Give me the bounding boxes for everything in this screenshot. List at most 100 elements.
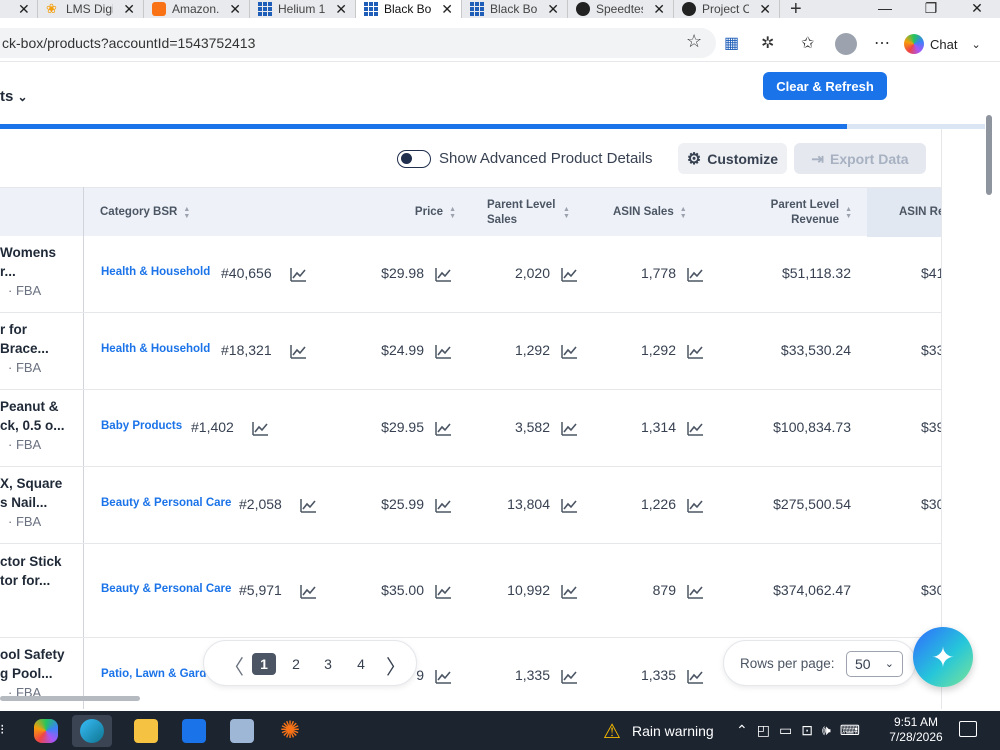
browser-tab[interactable]: Amazon.c ✕ (144, 0, 250, 18)
trend-chart-icon[interactable] (687, 498, 704, 513)
bsr-category-link[interactable]: Health & Household (101, 266, 210, 278)
battery-icon[interactable]: ▭ (779, 722, 792, 739)
browser-tab-active[interactable]: Black Box ✕ (356, 0, 462, 18)
close-tab-icon[interactable]: ✕ (441, 1, 453, 18)
trend-chart-icon[interactable] (561, 267, 578, 282)
close-tab-icon[interactable]: ✕ (653, 1, 665, 18)
bsr-category-link[interactable]: Beauty & Personal Care (101, 583, 231, 595)
trend-chart-icon[interactable] (252, 421, 269, 436)
trend-chart-icon[interactable] (687, 267, 704, 282)
product-name-line[interactable]: ck, 0.5 o... (0, 416, 82, 435)
trend-chart-icon[interactable] (435, 267, 452, 282)
product-name-line[interactable]: r... (0, 262, 82, 281)
favorites-icon[interactable]: ✩ (801, 33, 814, 53)
page-button-2[interactable]: 2 (284, 653, 308, 675)
browser-tab[interactable]: Black Box ✕ (462, 0, 568, 18)
weather-widget[interactable]: ⚠ Rain warning (600, 721, 714, 743)
chevron-up-icon[interactable]: ⌃ (736, 722, 748, 739)
profile-avatar-icon[interactable] (835, 33, 857, 55)
url-bar[interactable]: ck-box/products?accountId=1543752413 (0, 28, 716, 58)
export-data-button[interactable]: ⇥ Export Data (794, 143, 926, 174)
browser-tab[interactable]: Speedtest ✕ (568, 0, 674, 18)
page-button-4[interactable]: 4 (349, 653, 373, 675)
product-name-line[interactable]: ctor Stick (0, 552, 82, 571)
horizontal-scrollbar[interactable] (0, 696, 140, 701)
close-tab-icon[interactable]: ✕ (547, 1, 559, 18)
taskbar-edge-icon[interactable]: ⁝ (0, 721, 4, 738)
customize-button[interactable]: ⚙ Customize (678, 143, 787, 174)
trend-chart-icon[interactable] (561, 421, 578, 436)
trend-chart-icon[interactable] (561, 498, 578, 513)
nav-dropdown[interactable]: ts ⌄ (0, 88, 28, 105)
page-button-1[interactable]: 1 (252, 653, 276, 675)
product-name-line[interactable]: s Nail... (0, 493, 82, 512)
trend-chart-icon[interactable] (435, 669, 452, 684)
trend-chart-icon[interactable] (435, 498, 452, 513)
col-header-price[interactable]: Price ▲ ▼ (380, 188, 456, 237)
product-name-line[interactable]: Womens (0, 243, 82, 262)
table-row[interactable]: r for Brace... · FBA Health & Household #18,… (0, 313, 941, 390)
favorite-star-icon[interactable]: ☆ (686, 31, 702, 52)
outlook-taskbar-icon[interactable] (182, 719, 206, 743)
browser-tab[interactable]: Project C ✕ (674, 0, 780, 18)
trend-chart-icon[interactable] (435, 584, 452, 599)
trend-chart-icon[interactable] (290, 267, 307, 282)
product-name-line[interactable]: Peanut & (0, 397, 82, 416)
prev-page-icon[interactable]: 〈 (224, 651, 244, 680)
ai-assistant-sparkle-button[interactable]: ✦ (913, 627, 973, 687)
advanced-details-toggle[interactable] (397, 150, 431, 168)
bsr-category-link[interactable]: Baby Products (101, 420, 182, 432)
table-row[interactable]: Peanut & ck, 0.5 o... · FBA Baby Products #1… (0, 390, 941, 467)
extensions-puzzle-icon[interactable]: ✲ (761, 33, 774, 53)
product-name-line[interactable]: g Pool... (0, 664, 82, 683)
new-tab-icon[interactable]: + (780, 0, 812, 18)
bsr-category-link[interactable]: Health & Household (101, 343, 210, 355)
col-header-category-bsr[interactable]: Category BSR ▲ ▼ (100, 188, 210, 237)
browser-tab[interactable]: Helium 1( ✕ (250, 0, 356, 18)
close-tab-icon[interactable]: ✕ (759, 1, 771, 18)
trend-chart-icon[interactable] (561, 584, 578, 599)
maximize-icon[interactable]: ❐ (908, 0, 954, 18)
trend-chart-icon[interactable] (435, 344, 452, 359)
trend-chart-icon[interactable] (300, 498, 317, 513)
vertical-scrollbar[interactable] (986, 115, 992, 195)
trend-chart-icon[interactable] (561, 669, 578, 684)
col-header-asin-revenue[interactable]: ASIN Re (867, 188, 941, 237)
trend-chart-icon[interactable] (290, 344, 307, 359)
edge-browser-taskbar-icon[interactable] (72, 715, 112, 747)
trend-chart-icon[interactable] (435, 421, 452, 436)
close-window-icon[interactable]: ✕ (954, 0, 1000, 18)
rows-per-page-select[interactable]: 50 ⌄ (846, 651, 903, 677)
taskbar-clock[interactable]: 9:51 AM 7/28/2026 (888, 715, 944, 745)
col-header-parent-level-revenue[interactable]: Parent Level Revenue ▲ ▼ (750, 188, 852, 237)
close-tab-icon[interactable]: ✕ (18, 1, 30, 18)
file-explorer-taskbar-icon[interactable] (134, 719, 158, 743)
bsr-category-link[interactable]: Patio, Lawn & Gard (101, 668, 206, 680)
copilot-chat-button[interactable]: Chat ⌄ (904, 32, 981, 56)
browser-tab[interactable]: un ✕ (0, 0, 38, 18)
page-button-3[interactable]: 3 (316, 653, 340, 675)
bsr-category-link[interactable]: Beauty & Personal Care (101, 497, 231, 509)
trend-chart-icon[interactable] (687, 584, 704, 599)
close-tab-icon[interactable]: ✕ (335, 1, 347, 18)
trend-chart-icon[interactable] (687, 421, 704, 436)
table-row[interactable]: ctor Stick tor for... Beauty & Personal Ca… (0, 544, 941, 638)
network-icon[interactable]: ⊡ (801, 722, 813, 739)
product-name-line[interactable]: Brace... (0, 339, 82, 358)
keyboard-icon[interactable]: ⌨ (840, 722, 860, 739)
copilot-taskbar-icon[interactable] (34, 719, 58, 743)
product-name-line[interactable]: ool Safety (0, 645, 82, 664)
meet-now-icon[interactable]: ◰ (757, 722, 770, 739)
trend-chart-icon[interactable] (561, 344, 578, 359)
col-header-parent-level-sales[interactable]: Parent Level Sales ▲ ▼ (487, 188, 583, 237)
trend-chart-icon[interactable] (687, 344, 704, 359)
browser-tab[interactable]: ❀ LMS Digi ✕ (38, 0, 144, 18)
volume-icon[interactable]: 🕪 (822, 722, 831, 739)
trend-chart-icon[interactable] (300, 584, 317, 599)
col-header-asin-sales[interactable]: ASIN Sales ▲ ▼ (613, 188, 693, 237)
minimize-icon[interactable]: — (862, 0, 908, 18)
app-taskbar-icon[interactable] (230, 719, 254, 743)
product-name-line[interactable]: r for (0, 320, 82, 339)
trend-chart-icon[interactable] (687, 669, 704, 684)
product-name-line[interactable]: tor for... (0, 571, 82, 590)
